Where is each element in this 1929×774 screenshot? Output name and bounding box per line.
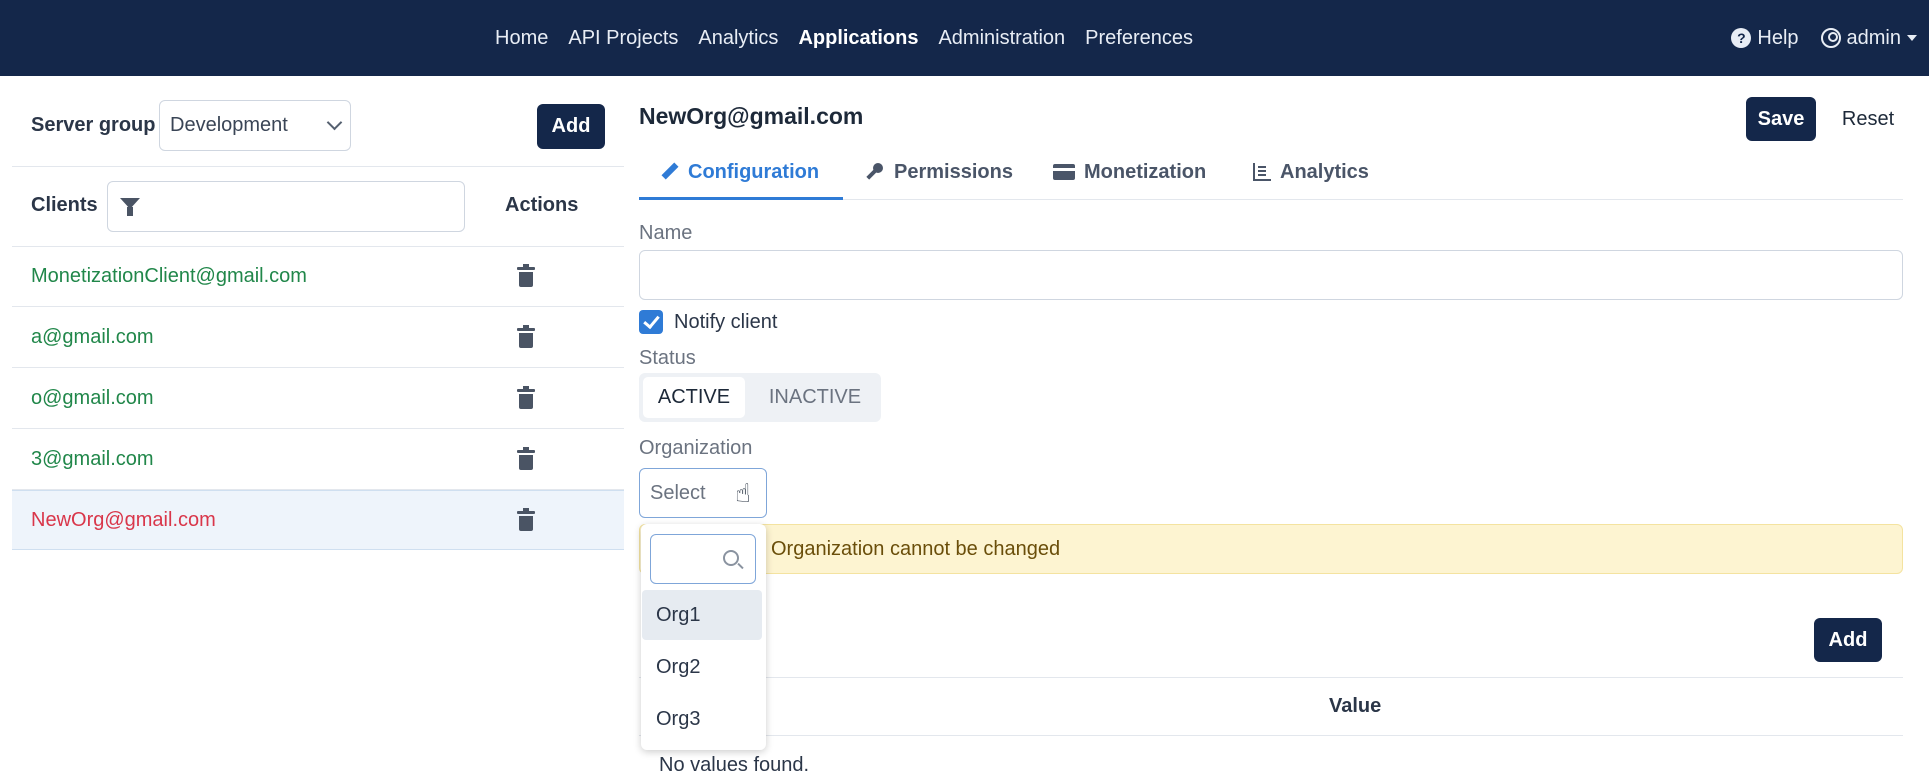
table-divider (639, 677, 1903, 678)
nav-preferences[interactable]: Preferences (1085, 27, 1193, 50)
tab-configuration[interactable]: Configuration (661, 148, 819, 196)
help-label: Help (1757, 26, 1799, 49)
client-name[interactable]: MonetizationClient@gmail.com (31, 265, 307, 288)
organization-label: Organization (639, 437, 753, 459)
divider (12, 166, 624, 167)
help-icon: ? (1731, 28, 1752, 48)
client-name[interactable]: NewOrg@gmail.com (31, 509, 216, 532)
filter-icon (120, 198, 140, 216)
server-group-label: Server group (31, 114, 156, 136)
client-row[interactable]: 3@gmail.com (12, 430, 624, 490)
client-row[interactable]: a@gmail.com (12, 308, 624, 368)
nav-api-projects[interactable]: API Projects (568, 27, 678, 50)
search-icon (723, 550, 739, 566)
user-name: admin (1846, 26, 1901, 49)
credit-card-icon (1053, 164, 1075, 180)
notify-client-checkbox[interactable] (639, 310, 663, 334)
name-input[interactable] (639, 250, 1903, 300)
trash-icon[interactable] (517, 264, 535, 287)
status-toggle: ACTIVE INACTIVE (639, 373, 881, 422)
user-menu[interactable]: admin (1820, 26, 1917, 50)
tab-label: Monetization (1084, 160, 1207, 183)
reset-button[interactable]: Reset (1831, 97, 1905, 141)
table-divider (639, 735, 1903, 736)
dropdown-option-org1[interactable]: Org1 (642, 590, 762, 640)
nav-applications[interactable]: Applications (798, 27, 918, 50)
tab-monetization[interactable]: Monetization (1053, 148, 1206, 196)
client-row[interactable]: MonetizationClient@gmail.com (12, 247, 624, 307)
server-group-select[interactable]: Development (159, 100, 351, 151)
client-row[interactable]: o@gmail.com (12, 369, 624, 429)
clients-filter-input[interactable] (107, 181, 465, 232)
caret-down-icon (1907, 35, 1917, 41)
dropdown-option-org3[interactable]: Org3 (642, 694, 762, 744)
navbar-right: ? Help admin (1731, 0, 1917, 76)
chevron-down-icon (326, 114, 343, 131)
client-name[interactable]: o@gmail.com (31, 387, 154, 410)
nav-analytics[interactable]: Analytics (698, 27, 778, 50)
server-group-value: Development (170, 114, 288, 136)
client-detail-panel: NewOrg@gmail.com Save Reset Configuratio… (639, 76, 1929, 774)
help-link[interactable]: ? Help (1731, 26, 1799, 50)
column-header-value: Value (1329, 695, 1382, 717)
tab-label: Permissions (894, 160, 1013, 183)
hand-cursor-icon: ☝ (735, 478, 751, 508)
clients-header: Clients (31, 194, 98, 216)
user-icon (1820, 28, 1841, 48)
client-name[interactable]: 3@gmail.com (31, 448, 154, 471)
save-button[interactable]: Save (1746, 97, 1816, 141)
client-row-selected[interactable]: NewOrg@gmail.com (12, 490, 624, 550)
nav-home[interactable]: Home (495, 27, 548, 50)
dropdown-search-input[interactable] (650, 534, 756, 584)
status-label: Status (639, 347, 696, 369)
organization-warning: Organization cannot be changed (639, 524, 1903, 574)
tab-analytics[interactable]: Analytics (1253, 148, 1369, 196)
organization-select-value: Select (650, 481, 706, 504)
name-label: Name (639, 222, 693, 244)
status-active-option[interactable]: ACTIVE (643, 377, 745, 418)
tab-permissions[interactable]: Permissions (865, 148, 1013, 196)
actions-header: Actions (505, 194, 579, 216)
top-navbar: Home API Projects Analytics Applications… (0, 0, 1929, 76)
warning-text: Organization cannot be changed (771, 537, 1061, 560)
trash-icon[interactable] (517, 386, 535, 409)
notify-client-label: Notify client (674, 311, 778, 333)
pencil-icon (661, 163, 679, 181)
trash-icon[interactable] (517, 447, 535, 470)
client-title: NewOrg@gmail.com (639, 103, 864, 129)
active-tab-underline (639, 197, 843, 200)
key-icon (865, 163, 885, 181)
client-name[interactable]: a@gmail.com (31, 326, 154, 349)
chart-icon (1253, 163, 1271, 181)
trash-icon[interactable] (517, 508, 535, 531)
status-inactive-option[interactable]: INACTIVE (755, 377, 875, 418)
tab-label: Configuration (688, 160, 820, 183)
main-menu: Home API Projects Analytics Applications… (495, 0, 1193, 76)
nav-administration[interactable]: Administration (938, 27, 1065, 50)
organization-dropdown: Org1 Org2 Org3 (641, 524, 766, 750)
empty-table-message: No values found. (659, 754, 810, 774)
trash-icon[interactable] (517, 325, 535, 348)
clients-panel: Server group Development Add Clients Act… (12, 76, 624, 774)
dropdown-option-org2[interactable]: Org2 (642, 642, 762, 692)
add-server-group-button[interactable]: Add (537, 104, 605, 149)
add-property-button[interactable]: Add (1814, 618, 1882, 662)
tab-label: Analytics (1280, 160, 1369, 183)
